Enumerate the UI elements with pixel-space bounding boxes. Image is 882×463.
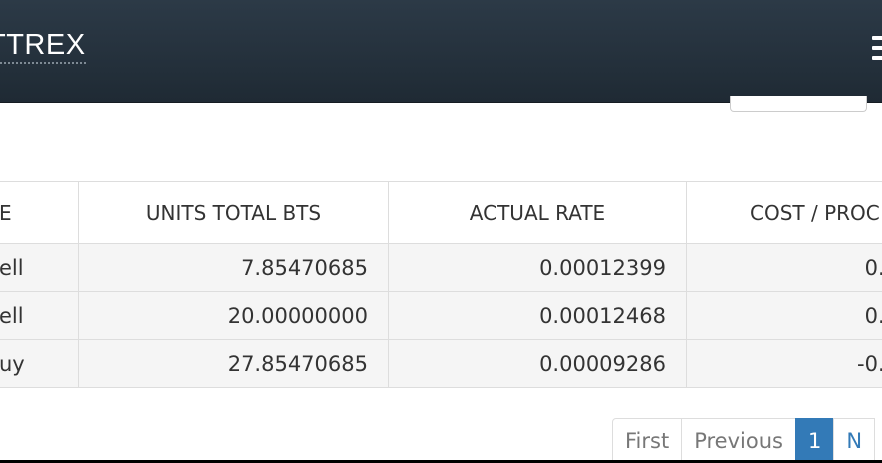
- cell-type: ell: [0, 291, 79, 340]
- pagination-next-button[interactable]: N: [833, 418, 876, 462]
- cell-cost: -0.0: [686, 339, 882, 388]
- table-header-row: E UNITS TOTAL BTS ACTUAL RATE COST / PRO…: [0, 181, 882, 244]
- column-header-units[interactable]: UNITS TOTAL BTS: [78, 181, 389, 244]
- cell-cost: 0.0: [686, 291, 882, 340]
- partial-dropdown-button[interactable]: [730, 96, 867, 112]
- column-header-rate[interactable]: ACTUAL RATE: [388, 181, 687, 244]
- table-row: ell 20.00000000 0.00012468 0.0: [0, 291, 882, 340]
- table-row: ell 7.85470685 0.00012399 0.0: [0, 243, 882, 292]
- table-row: uy 27.85470685 0.00009286 -0.0: [0, 339, 882, 388]
- order-history-table: E UNITS TOTAL BTS ACTUAL RATE COST / PRO…: [0, 181, 882, 388]
- top-navbar: TTREX: [0, 0, 882, 103]
- cell-type: ell: [0, 243, 79, 292]
- cell-rate: 0.00009286: [388, 339, 687, 388]
- cell-rate: 0.00012468: [388, 291, 687, 340]
- brand-logo[interactable]: TTREX: [0, 28, 86, 64]
- pagination-page-1-button[interactable]: 1: [794, 418, 835, 462]
- column-header-type[interactable]: E: [0, 181, 79, 244]
- pagination: First Previous 1 N: [612, 418, 876, 462]
- cell-units: 7.85470685: [78, 243, 389, 292]
- column-header-cost[interactable]: COST / PROC: [686, 181, 882, 244]
- hamburger-menu-icon[interactable]: [872, 36, 882, 64]
- pagination-previous-button[interactable]: Previous: [681, 418, 796, 462]
- cell-rate: 0.00012399: [388, 243, 687, 292]
- pagination-first-button[interactable]: First: [612, 418, 683, 462]
- page: TTREX E UNITS TOTAL BTS ACTUAL RATE COST…: [0, 0, 882, 463]
- cell-type: uy: [0, 339, 79, 388]
- cell-cost: 0.0: [686, 243, 882, 292]
- cell-units: 27.85470685: [78, 339, 389, 388]
- cell-units: 20.00000000: [78, 291, 389, 340]
